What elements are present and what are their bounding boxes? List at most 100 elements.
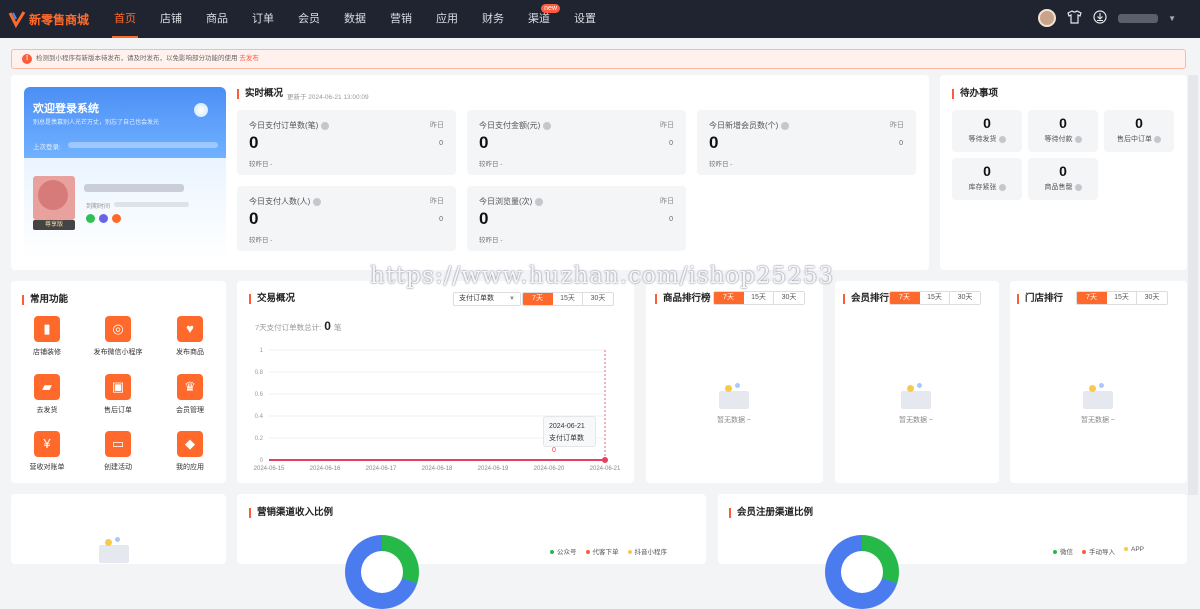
help-icon[interactable] [1154,135,1161,143]
nav-channels[interactable]: 渠道 new [516,0,562,38]
tab-30d[interactable]: 30天 [774,292,804,304]
yesterday-label: 昨日 [660,122,674,129]
func-create-activity[interactable]: ▭ 创建活动 [88,431,148,472]
donut-hole [361,551,403,593]
notice-bar: ! 检测到小程序有新版本待发布，请及时发布，以免影响部分功能的使用 去发布 [11,49,1186,69]
stat-new-members: 今日新增会员数(个) 昨日 0 0 较昨日 - [697,110,916,175]
app-icon[interactable] [112,214,121,223]
donut-hole [841,551,883,593]
func-aftersale[interactable]: ▣ 售后订单 [88,374,148,415]
todo-label: 商品售罄 [1044,184,1073,191]
vip-badge: 尊享版 [33,220,75,230]
todo-await-pay[interactable]: 0 等待付款 [1028,110,1098,152]
yesterday-value: 0 [669,140,673,147]
yesterday-value: 0 [669,216,673,223]
stat-value: 0 [479,133,489,152]
empty-text: 暂无数据 ~ [716,417,752,424]
func-ship[interactable]: ▰ 去发货 [17,374,77,415]
product-ranking-title: 商品排行榜 [655,294,711,304]
publish-link[interactable]: 去发布 [239,55,259,62]
func-my-apps[interactable]: ◆ 我的应用 [160,431,220,472]
crown-icon: ♛ [177,374,203,400]
stat-value: 0 [249,209,259,228]
yesterday-value: 0 [439,140,443,147]
tab-7d[interactable]: 7天 [714,292,744,304]
todo-label: 等待付款 [1044,136,1073,143]
nav-data[interactable]: 数据 [332,0,378,38]
tab-7d[interactable]: 7天 [890,292,920,304]
period-label: 到期时间 [86,204,111,210]
help-icon[interactable] [543,121,552,130]
watermark: https://www.huzhan.com/ishop25253 [370,263,835,289]
period-value [114,202,189,207]
todo-value: 0 [1135,115,1143,131]
y-tick-label: 0 [260,458,264,464]
help-icon[interactable] [321,121,330,130]
username[interactable] [1118,13,1159,23]
todo-await-ship[interactable]: 0 等待发货 [952,110,1022,152]
func-publish-miniprogram[interactable]: ◎ 发布微信小程序 [88,316,148,357]
nav-orders[interactable]: 订单 [240,0,286,38]
compare-text: 较昨日 - [709,161,733,168]
nav-apps[interactable]: 应用 [424,0,470,38]
func-label: 营收对账单 [29,464,65,471]
help-icon[interactable] [781,121,790,130]
welcome-panel: 欢迎登录系统 别总是羡慕别人光芒万丈，别忘了自己也会发光 上次登录: 尊享版 到… [24,87,226,259]
todo-title: 待办事项 [952,89,998,99]
help-icon[interactable] [1074,135,1082,143]
tab-15d[interactable]: 15天 [744,292,774,304]
nav-products[interactable]: 商品 [194,0,240,38]
help-icon[interactable] [998,183,1006,191]
tab-15d[interactable]: 15天 [1107,292,1137,304]
total-label: 7天支付订单数总计: [255,323,322,332]
link-icon[interactable] [99,214,108,223]
tab-30d[interactable]: 30天 [950,292,980,304]
help-icon[interactable] [535,197,544,206]
empty-box-icon [95,535,133,563]
func-store-decor[interactable]: ▮ 店铺装修 [17,316,77,357]
y-tick-label: 1 [260,348,264,354]
todo-low-stock[interactable]: 0 库存紧张 [952,158,1022,200]
x-tick-label: 2024-06-16 [310,466,341,472]
tab-15d[interactable]: 15天 [920,292,950,304]
todo-sold-out[interactable]: 0 商品售罄 [1028,158,1098,200]
tab-30d[interactable]: 30天 [583,293,613,305]
scrollbar[interactable] [1188,75,1198,495]
nav-home[interactable]: 首页 [102,0,148,38]
trade-period-tabs: 7天 15天 30天 [522,292,614,306]
chevron-down-icon: ▼ [509,296,515,302]
func-revenue[interactable]: ¥ 营收对账单 [17,431,77,472]
wechat-icon[interactable] [86,214,95,223]
nav-store[interactable]: 店铺 [148,0,194,38]
empty-text: 暂无数据 ~ [1080,417,1116,424]
help-icon[interactable] [1074,183,1082,191]
avatar[interactable] [1038,9,1057,27]
tab-15d[interactable]: 15天 [553,293,583,305]
x-tick-label: 2024-06-21 [590,466,621,472]
tab-30d[interactable]: 30天 [1137,292,1167,304]
help-icon[interactable] [998,135,1006,143]
tab-7d[interactable]: 7天 [523,293,553,305]
nav-finance[interactable]: 财务 [470,0,516,38]
y-tick-label: 0.8 [255,370,264,376]
chevron-down-icon[interactable]: ▼ [1168,14,1176,23]
total-value: 0 [324,319,331,333]
download-icon[interactable] [1092,10,1108,26]
metric-select[interactable]: 支付订单数 ▼ [453,292,521,306]
stat-value: 0 [249,133,259,152]
tab-7d[interactable]: 7天 [1077,292,1107,304]
nav-marketing[interactable]: 营销 [378,0,424,38]
notice-text: 检测到小程序有新版本待发布，请及时发布，以免影响部分功能的使用 [36,55,238,62]
metric-select-value: 支付订单数 [459,295,494,302]
logo[interactable]: 新零售商城 [8,10,100,29]
func-members[interactable]: ♛ 会员管理 [160,374,220,415]
shirt-icon[interactable] [1066,10,1082,26]
todo-aftersale[interactable]: 0 售后中订单 [1104,110,1174,152]
todo-label: 库存紧张 [968,184,997,191]
nav-settings[interactable]: 设置 [562,0,608,38]
func-label: 创建活动 [104,464,132,471]
help-icon[interactable] [313,197,322,206]
func-publish-product[interactable]: ♥ 发布商品 [160,316,220,357]
gift-icon: ♥ [177,316,203,342]
nav-members[interactable]: 会员 [286,0,332,38]
